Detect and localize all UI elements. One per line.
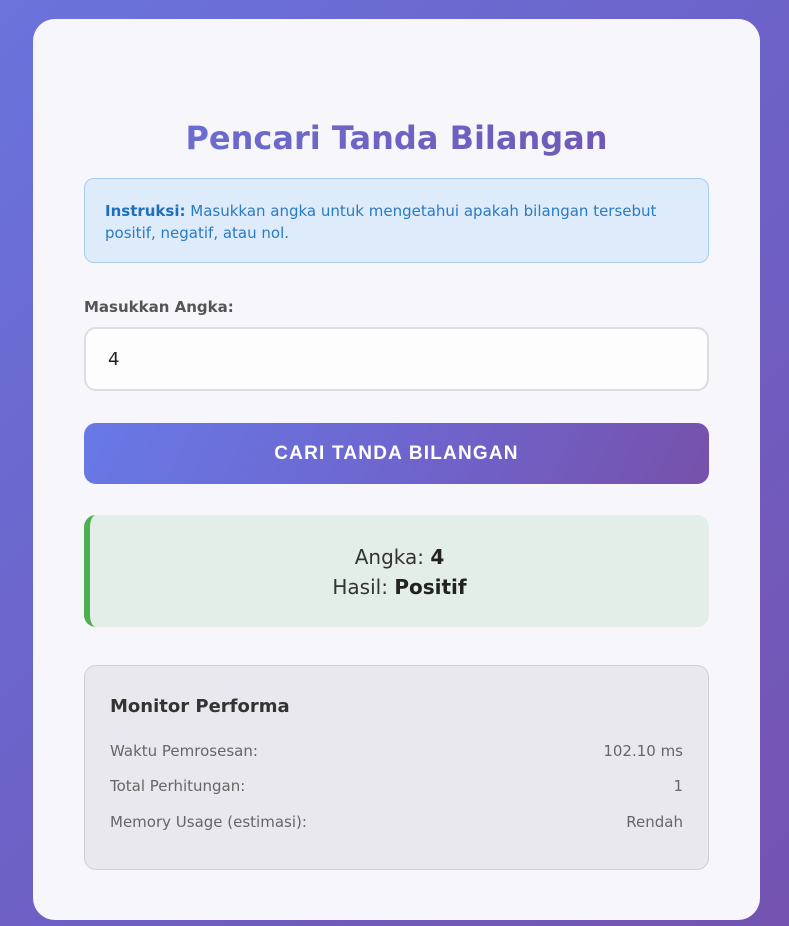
metric-label: Total Perhitungan:	[110, 777, 246, 795]
metric-label: Memory Usage (estimasi):	[110, 813, 307, 831]
result-box: Angka: 4 Hasil: Positif	[84, 515, 709, 627]
instructions-label: Instruksi:	[105, 202, 186, 220]
search-sign-button[interactable]: CARI TANDA BILANGAN	[84, 423, 709, 484]
metric-value: Rendah	[626, 813, 683, 831]
metric-value: 1	[673, 777, 683, 795]
metric-value: 102.10 ms	[603, 742, 683, 760]
result-sign-line: Hasil: Positif	[90, 572, 709, 602]
main-card: Pencari Tanda Bilangan Instruksi: Masukk…	[33, 19, 760, 920]
metric-row-total-calculations: Total Perhitungan: 1	[110, 776, 683, 796]
metric-row-processing-time: Waktu Pemrosesan: 102.10 ms	[110, 741, 683, 761]
instructions-text: Masukkan angka untuk mengetahui apakah b…	[105, 202, 657, 242]
result-sign-value: Positif	[394, 575, 467, 599]
number-input-label: Masukkan Angka:	[84, 298, 234, 316]
number-input[interactable]	[84, 327, 709, 391]
metric-label: Waktu Pemrosesan:	[110, 742, 258, 760]
result-number-value: 4	[430, 545, 445, 569]
result-number-line: Angka: 4	[90, 542, 709, 572]
metric-row-memory-usage: Memory Usage (estimasi): Rendah	[110, 812, 683, 832]
performance-monitor: Monitor Performa Waktu Pemrosesan: 102.1…	[84, 665, 709, 870]
instructions-box: Instruksi: Masukkan angka untuk mengetah…	[84, 178, 709, 263]
monitor-title: Monitor Performa	[110, 696, 290, 717]
result-number-label: Angka:	[354, 545, 431, 569]
result-sign-label: Hasil:	[332, 575, 395, 599]
page-title: Pencari Tanda Bilangan	[33, 116, 760, 160]
